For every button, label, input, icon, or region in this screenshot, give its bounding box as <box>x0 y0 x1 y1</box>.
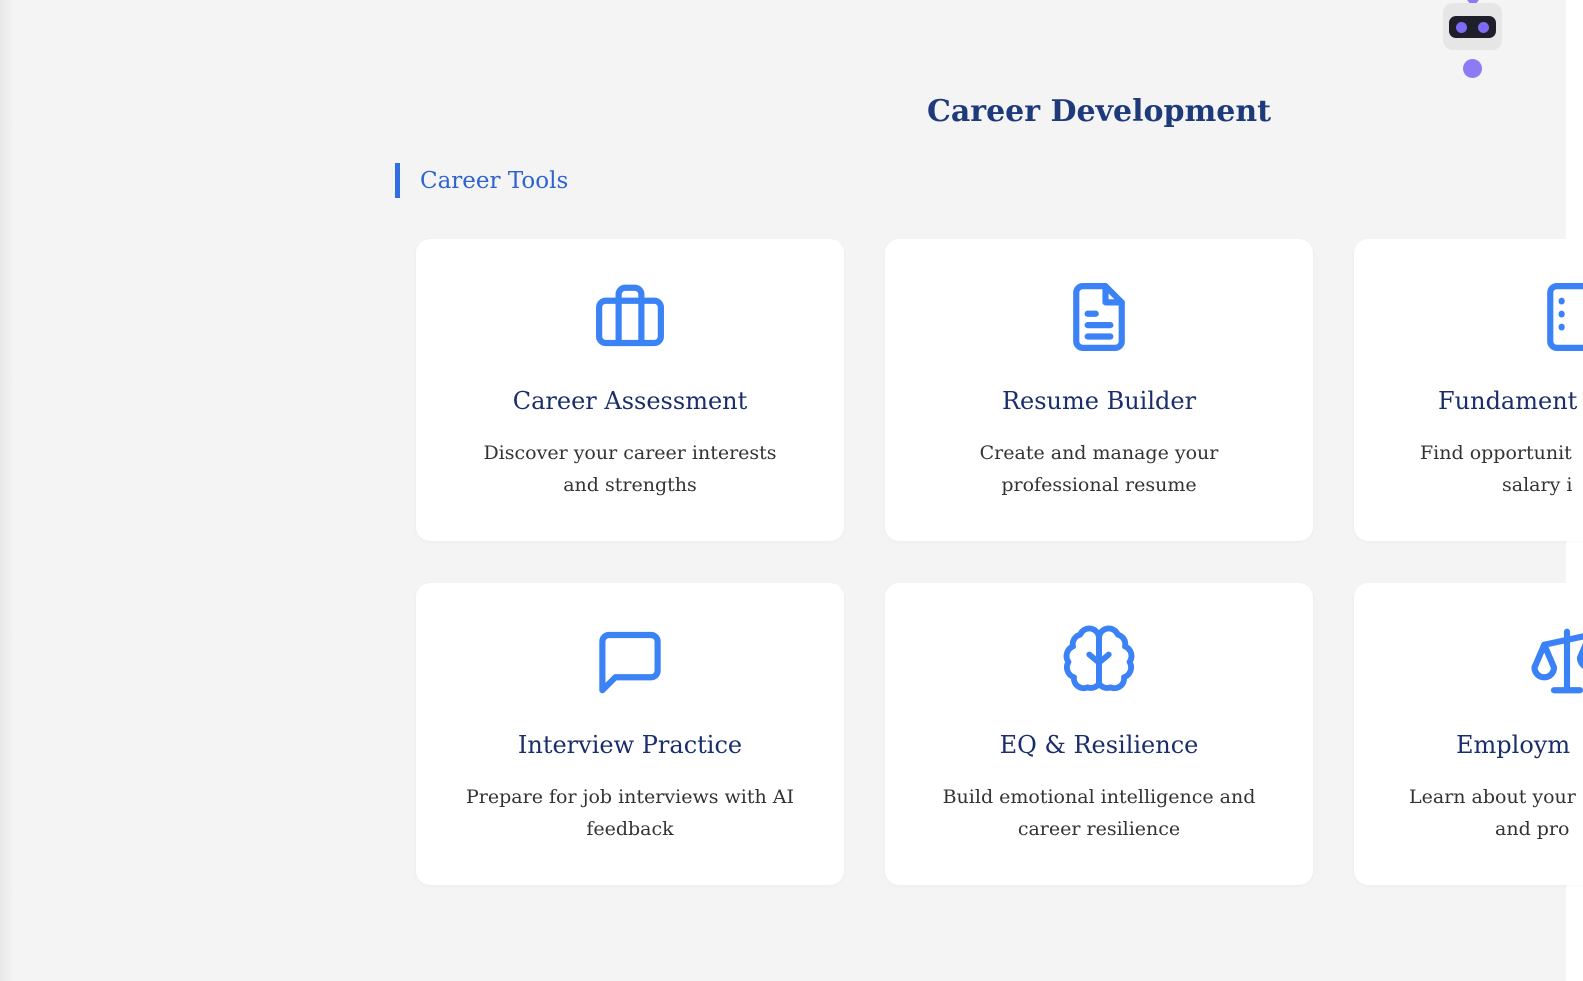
card-description-line: Find opportunit <box>1420 442 1572 464</box>
card-description: Learn about your and pro <box>1354 781 1583 845</box>
robot-status-dot <box>1463 59 1482 78</box>
card-interview-practice[interactable]: Interview Practice Prepare for job inter… <box>416 583 844 885</box>
card-title: Fundament <box>1438 387 1578 415</box>
card-description-line: and pro <box>1495 818 1570 840</box>
scale-icon <box>1354 623 1583 699</box>
card-career-assessment[interactable]: Career Assessment Discover your career i… <box>416 239 844 541</box>
card-employment[interactable]: Employm Learn about your and pro <box>1354 583 1583 885</box>
card-description: Find opportunit salary i <box>1354 437 1583 501</box>
card-fundamentals[interactable]: Fundament Find opportunit salary i <box>1354 239 1583 541</box>
robot-visor <box>1449 16 1496 38</box>
card-description: Create and manage your professional resu… <box>979 442 1219 496</box>
chat-bubble-icon <box>416 623 844 699</box>
document-icon <box>885 279 1313 355</box>
card-description-line: salary i <box>1502 474 1573 496</box>
section-heading: Career Tools <box>395 163 568 198</box>
robot-head <box>1443 3 1502 50</box>
card-resume-builder[interactable]: Resume Builder Create and manage your pr… <box>885 239 1313 541</box>
page: Career Development Career Tools Career A… <box>0 0 1583 981</box>
robot-eye-left <box>1456 22 1467 33</box>
card-title: Career Assessment <box>512 387 748 415</box>
card-title: Employm <box>1456 731 1571 759</box>
card-description: Discover your career interests and stren… <box>483 442 777 496</box>
notebook-icon <box>1354 279 1583 355</box>
card-title: Interview Practice <box>517 731 743 759</box>
robot-assistant-icon[interactable] <box>1443 0 1503 82</box>
briefcase-icon <box>416 279 844 355</box>
card-description-line: Learn about your <box>1409 786 1576 808</box>
section-heading-label: Career Tools <box>420 167 569 194</box>
left-edge-shadow <box>0 0 14 981</box>
robot-eye-right <box>1478 22 1489 33</box>
card-eq-resilience[interactable]: EQ & Resilience Build emotional intellig… <box>885 583 1313 885</box>
card-description: Prepare for job interviews with AI feedb… <box>466 786 794 840</box>
card-title: Resume Builder <box>1001 387 1197 415</box>
brain-icon <box>885 623 1313 699</box>
card-description: Build emotional intelligence and career … <box>942 786 1256 840</box>
card-title: EQ & Resilience <box>999 731 1199 759</box>
page-title: Career Development <box>926 94 1272 129</box>
